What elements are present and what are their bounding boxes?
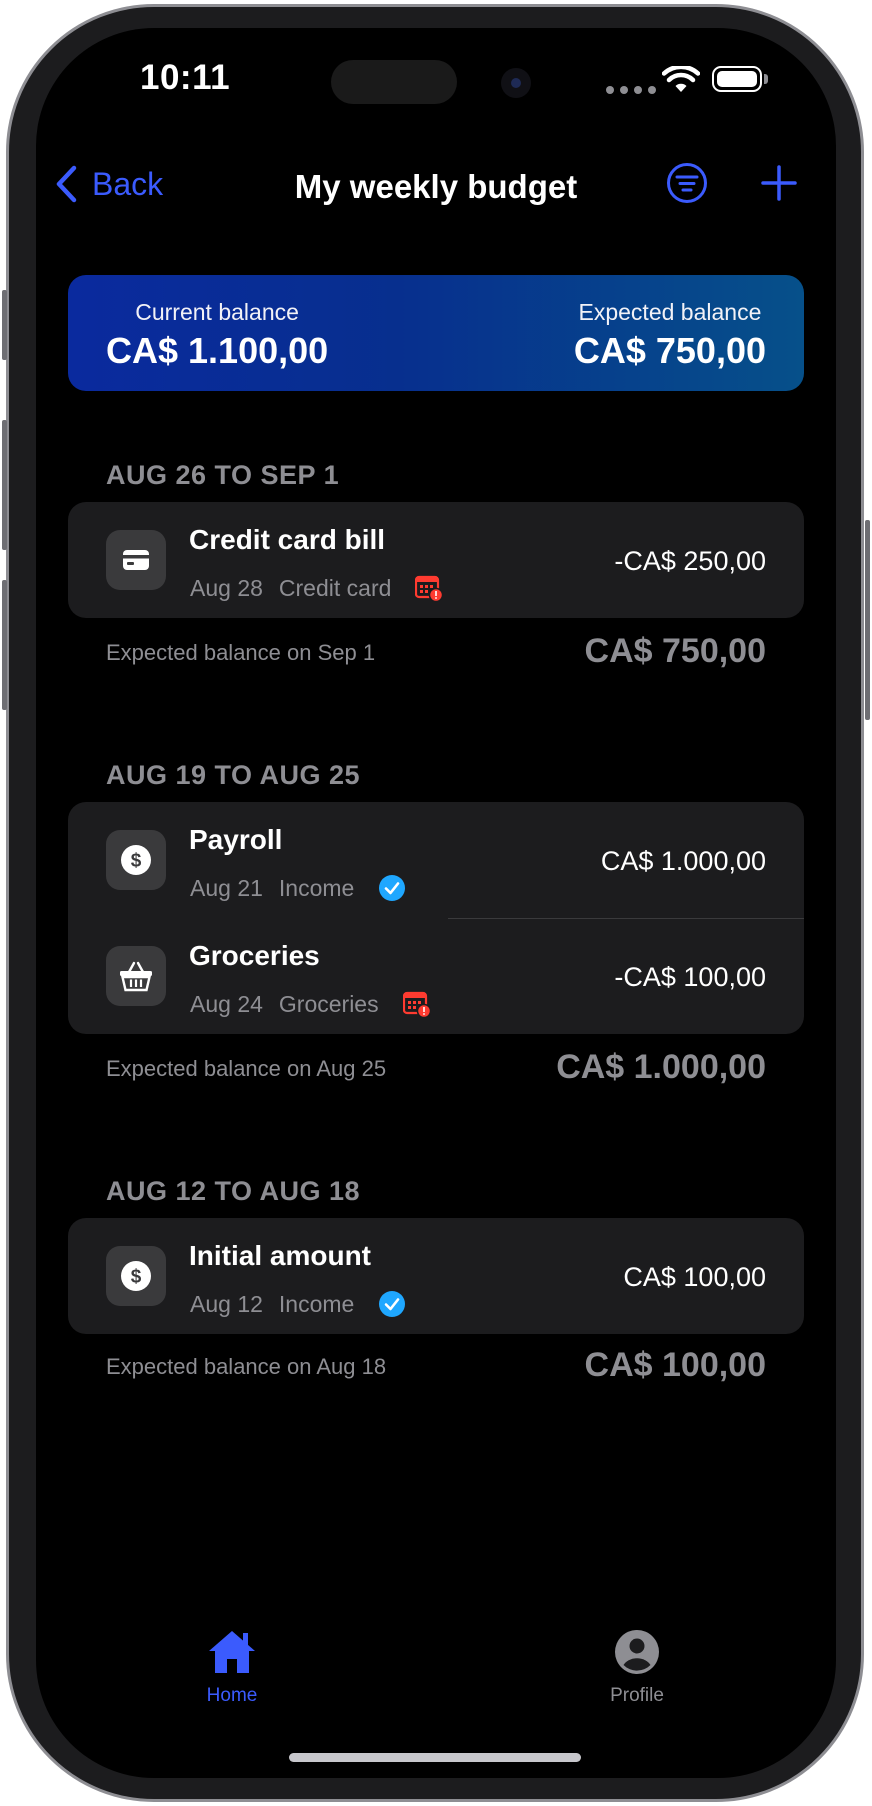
check-badge-icon: [379, 875, 406, 901]
transaction-row[interactable]: Credit card bill Aug 28 Credit card -CA$…: [68, 502, 804, 618]
expected-balance: Expected balance CA$ 750,00: [574, 299, 766, 372]
transaction-category: Credit card: [278, 574, 392, 601]
transaction-meta: Aug 12 Income: [190, 1290, 406, 1318]
week-title: AUG 12 TO AUG 18: [106, 1176, 361, 1206]
credit-card-icon: [106, 530, 166, 590]
svg-text:$: $: [131, 1267, 142, 1288]
basket-icon: [106, 946, 166, 1006]
transaction-row[interactable]: $ Initial amount Aug 12 Income CA$ 100,0…: [68, 1218, 804, 1334]
camera-icon: [501, 68, 531, 98]
dynamic-island: [331, 60, 457, 104]
balance-card: Current balance CA$ 1.100,00 Expected ba…: [68, 275, 804, 391]
svg-text:$: $: [131, 851, 142, 872]
current-balance: Current balance CA$ 1.100,00: [106, 299, 328, 372]
expected-balance-value: CA$ 750,00: [573, 330, 766, 371]
navigation-bar: Back My weekly budget: [36, 146, 836, 216]
transaction-group: Credit card bill Aug 28 Credit card -CA$…: [68, 502, 804, 618]
calendar-alert-icon: [402, 991, 431, 1018]
transaction-meta: Aug 28 Credit card: [190, 574, 444, 602]
tab-profile-label: Profile: [610, 1685, 664, 1706]
transaction-group: $ Payroll Aug 21 Income CA$ 1.000,00 Gro…: [68, 802, 804, 1034]
transaction-title: Groceries: [189, 940, 320, 971]
side-button: [2, 420, 7, 550]
week-title: AUG 26 TO SEP 1: [106, 460, 340, 490]
side-button: [865, 520, 870, 720]
page-title: My weekly budget: [294, 168, 578, 205]
battery-tip: [764, 74, 768, 84]
current-balance-value: CA$ 1.100,00: [106, 330, 329, 371]
tab-bar: Home Profile: [36, 1628, 836, 1748]
transaction-meta: Aug 21 Income: [190, 874, 406, 902]
transaction-category: Groceries: [278, 990, 379, 1017]
check-badge-icon: [379, 1291, 406, 1317]
current-balance-label: Current balance: [135, 299, 299, 325]
transaction-date: Aug 21: [190, 874, 263, 901]
tab-profile[interactable]: Profile: [557, 1628, 717, 1707]
expected-balance-label: Expected balance on Aug 18: [106, 1354, 387, 1379]
tab-home-label: Home: [206, 1685, 258, 1706]
side-button: [2, 290, 7, 360]
transaction-category: Income: [278, 1290, 355, 1317]
transaction-title: Payroll: [189, 824, 283, 855]
transaction-amount: -CA$ 100,00: [614, 962, 766, 992]
screen: 10:11 Back My weekly budget Current bala…: [36, 28, 836, 1778]
transaction-amount: -CA$ 250,00: [614, 546, 766, 576]
expected-balance-value: CA$ 750,00: [584, 632, 766, 670]
expected-balance-value: CA$ 100,00: [584, 1346, 766, 1384]
transaction-meta: Aug 24 Groceries: [190, 990, 431, 1018]
wifi-icon: [662, 66, 700, 92]
transaction-amount: CA$ 1.000,00: [600, 846, 766, 876]
transaction-group: $ Initial amount Aug 12 Income CA$ 100,0…: [68, 1218, 804, 1334]
transaction-row[interactable]: Groceries Aug 24 Groceries -CA$ 100,00: [68, 918, 804, 1034]
expected-balance-label: Expected balance on Sep 1: [106, 640, 376, 665]
transaction-category: Income: [278, 874, 355, 901]
transaction-title: Credit card bill: [189, 524, 386, 555]
transaction-date: Aug 28: [190, 574, 263, 601]
expected-balance-label: Expected balance on Aug 25: [106, 1056, 387, 1081]
transaction-amount: CA$ 100,00: [623, 1262, 766, 1292]
expected-balance-value: CA$ 1.000,00: [556, 1048, 766, 1086]
status-bar: 10:11: [36, 28, 836, 138]
home-icon: [209, 1631, 255, 1673]
profile-icon: [615, 1630, 659, 1674]
status-time: 10:11: [140, 58, 231, 97]
tab-home[interactable]: Home: [152, 1628, 312, 1707]
battery-icon: [712, 66, 762, 92]
signal-icon: [606, 86, 656, 94]
week-title: AUG 19 TO AUG 25: [106, 760, 361, 790]
home-indicator[interactable]: [289, 1753, 581, 1762]
transaction-row[interactable]: $ Payroll Aug 21 Income CA$ 1.000,00: [68, 802, 804, 918]
dollar-icon: $: [106, 830, 166, 890]
transaction-date: Aug 24: [190, 990, 263, 1017]
calendar-alert-icon: [415, 575, 444, 602]
transaction-title: Initial amount: [189, 1240, 371, 1271]
side-button: [2, 580, 7, 710]
expected-balance-label: Expected balance: [578, 299, 762, 325]
transaction-date: Aug 12: [190, 1290, 263, 1317]
filter-icon[interactable]: [666, 162, 708, 204]
add-button[interactable]: [760, 164, 798, 202]
dollar-icon: $: [106, 1246, 166, 1306]
